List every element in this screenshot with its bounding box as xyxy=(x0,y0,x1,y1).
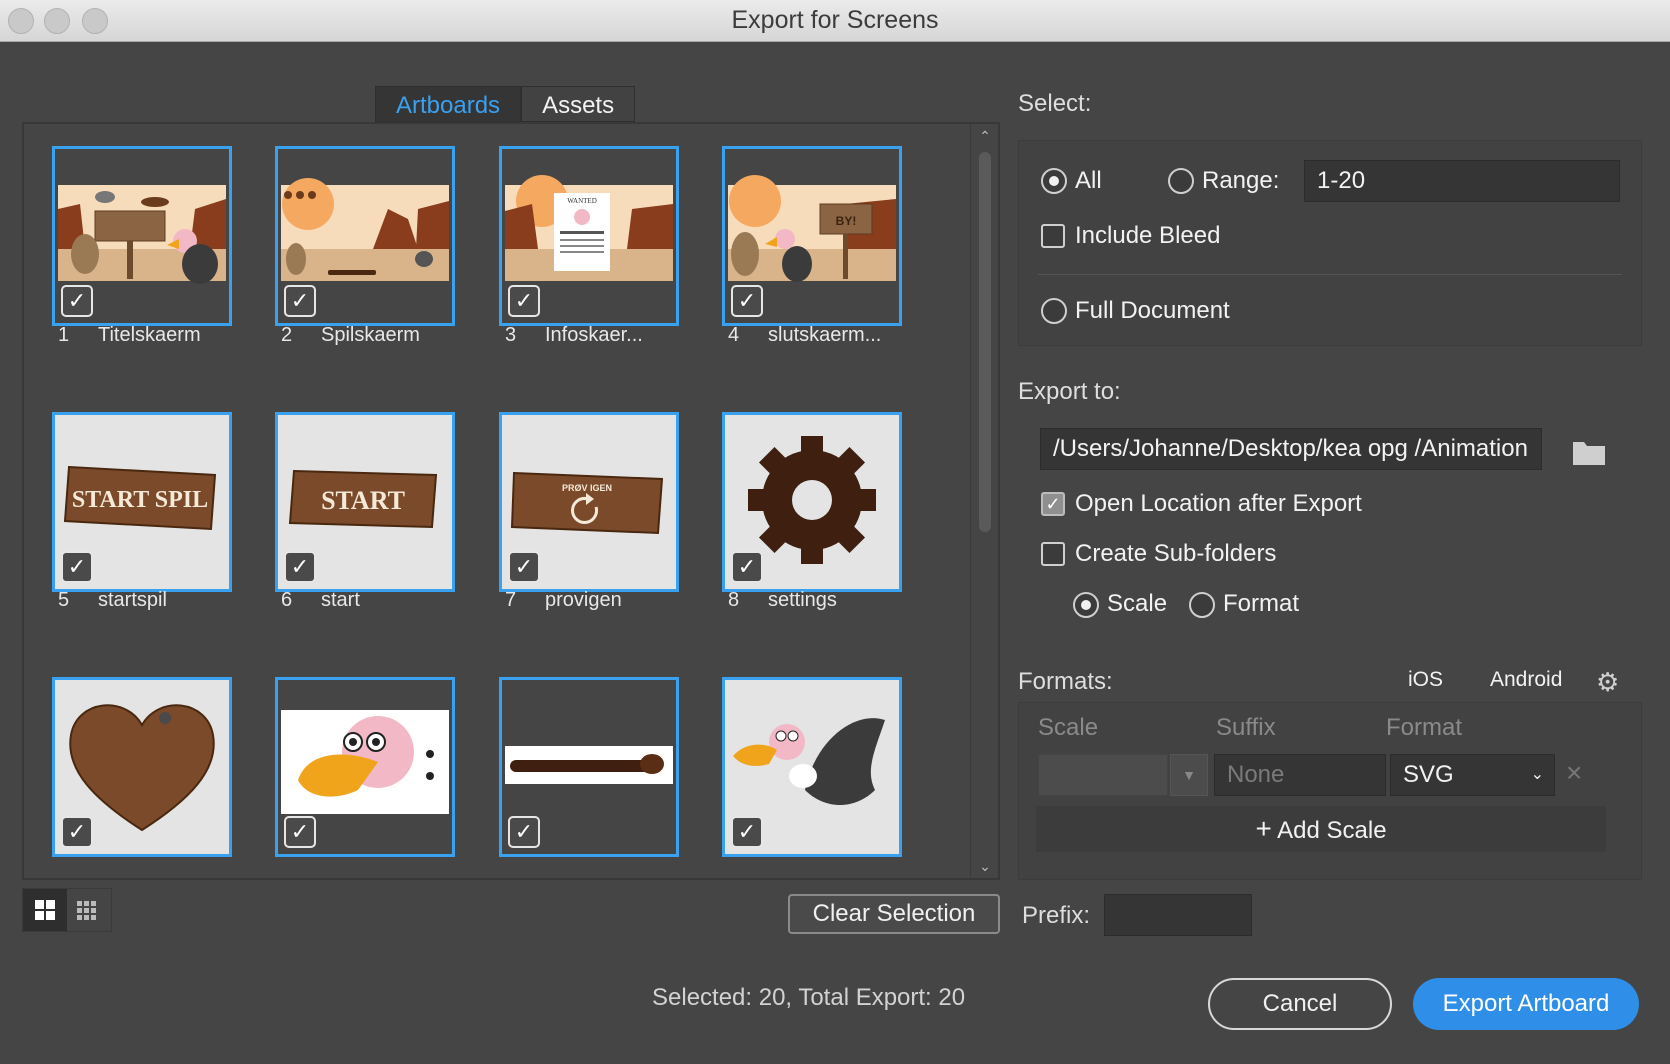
artboard-thumb-2[interactable]: ✓ xyxy=(275,146,455,326)
subfolder-scale-label: Scale xyxy=(1107,590,1168,617)
tab-assets[interactable]: Assets xyxy=(521,86,636,122)
artboard-checkbox[interactable]: ✓ xyxy=(61,551,93,583)
artboard-checkbox[interactable]: ✓ xyxy=(61,816,93,848)
format-column-header: Format xyxy=(1386,714,1463,741)
artboard-checkbox[interactable]: ✓ xyxy=(508,551,540,583)
scale-dropdown-icon[interactable]: ▼ xyxy=(1170,754,1208,796)
ios-preset-button[interactable]: iOS xyxy=(1408,668,1443,692)
artboard-checkbox[interactable]: ✓ xyxy=(508,816,540,848)
artboard-checkbox[interactable]: ✓ xyxy=(284,285,316,317)
export-path-field[interactable]: /Users/Johanne/Desktop/kea opg /Animatio… xyxy=(1040,428,1542,470)
artboard-checkbox[interactable]: ✓ xyxy=(731,285,763,317)
list-view-icon[interactable] xyxy=(67,889,111,931)
svg-text:START: START xyxy=(321,486,405,515)
grid-view-icon[interactable] xyxy=(23,889,67,931)
artboard-label: 2 Spilskaerm xyxy=(281,324,420,346)
clear-selection-button[interactable]: Clear Selection xyxy=(788,894,1000,934)
suffix-input[interactable]: None xyxy=(1214,754,1386,796)
svg-text:WANTED: WANTED xyxy=(567,197,597,205)
artboard-label: 5 startspil xyxy=(58,589,167,611)
select-range-radio[interactable] xyxy=(1168,168,1194,194)
include-bleed-label: Include Bleed xyxy=(1075,222,1221,249)
select-divider xyxy=(1038,274,1622,275)
select-range-label: Range: xyxy=(1202,167,1280,194)
artboard-checkbox[interactable]: ✓ xyxy=(508,285,540,317)
artboard-thumb-8[interactable]: ✓ xyxy=(722,412,902,592)
artboard-checkbox[interactable]: ✓ xyxy=(284,551,316,583)
include-bleed-checkbox[interactable] xyxy=(1041,224,1065,248)
artboard-thumb-9[interactable]: ✓ xyxy=(52,677,232,857)
cancel-button[interactable]: Cancel xyxy=(1208,978,1392,1030)
artboard-label: 3 Infoskaer... xyxy=(505,324,643,346)
subfolder-format-radio[interactable] xyxy=(1189,592,1215,618)
chevron-down-icon: ⌄ xyxy=(1530,766,1544,783)
chevron-up-icon[interactable]: ⌃ xyxy=(977,128,993,144)
export-artboard-button[interactable]: Export Artboard xyxy=(1413,978,1639,1030)
full-document-label: Full Document xyxy=(1075,297,1230,324)
artboard-checkbox[interactable]: ✓ xyxy=(284,816,316,848)
artboard-checkbox[interactable]: ✓ xyxy=(61,285,93,317)
select-all-radio[interactable] xyxy=(1041,168,1067,194)
prefix-input[interactable] xyxy=(1104,894,1252,936)
open-location-label: Open Location after Export xyxy=(1075,490,1362,517)
artboard-thumb-5[interactable]: START SPIL ✓ xyxy=(52,412,232,592)
select-all-label: All xyxy=(1075,167,1102,194)
artboard-thumb-4[interactable]: BY! ✓ xyxy=(722,146,902,326)
open-location-checkbox[interactable]: ✓ xyxy=(1041,492,1065,516)
range-input[interactable]: 1-20 xyxy=(1304,160,1620,202)
artboard-thumb-3[interactable]: WANTED ✓ xyxy=(499,146,679,326)
plus-icon: + xyxy=(1255,813,1272,844)
scale-column-header: Scale xyxy=(1038,714,1099,741)
add-scale-label: Add Scale xyxy=(1277,817,1387,844)
create-subfolders-label: Create Sub-folders xyxy=(1075,540,1277,567)
artboard-thumb-11[interactable]: ✓ xyxy=(499,677,679,857)
tab-artboards[interactable]: Artboards xyxy=(375,86,522,122)
prefix-label: Prefix: xyxy=(1022,902,1091,929)
tab-bar: Artboards Assets xyxy=(375,86,636,122)
artboard-thumb-12[interactable]: ✓ xyxy=(722,677,902,857)
format-select-value: SVG xyxy=(1403,761,1454,788)
svg-text:BY!: BY! xyxy=(836,214,857,228)
formats-heading: Formats: xyxy=(1018,668,1113,695)
select-heading: Select: xyxy=(1018,90,1092,117)
scale-input[interactable] xyxy=(1038,754,1168,796)
svg-text:START SPIL: START SPIL xyxy=(72,487,208,513)
grid-scrollbar[interactable]: ⌃ ⌄ xyxy=(970,124,998,878)
add-scale-button[interactable]: + Add Scale xyxy=(1036,806,1606,852)
folder-icon[interactable] xyxy=(1572,438,1606,471)
create-subfolders-checkbox[interactable] xyxy=(1041,542,1065,566)
artboard-label: 8 settings xyxy=(728,589,837,611)
android-preset-button[interactable]: Android xyxy=(1490,668,1562,692)
artboard-label: 6 start xyxy=(281,589,360,611)
artboard-grid: ✓ 1 Titelskaerm ✓ 2 Spilskaerm WANTED ✓ … xyxy=(22,122,1000,880)
subfolder-format-label: Format xyxy=(1223,590,1300,617)
suffix-column-header: Suffix xyxy=(1216,714,1276,741)
artboard-checkbox[interactable]: ✓ xyxy=(731,816,763,848)
svg-text:PRØV IGEN: PRØV IGEN xyxy=(562,483,612,493)
chevron-down-icon[interactable]: ⌄ xyxy=(977,858,993,874)
view-toggle xyxy=(22,888,112,932)
subfolder-scale-radio[interactable] xyxy=(1073,592,1099,618)
scroll-thumb[interactable] xyxy=(979,152,991,532)
artboard-label: 7 provigen xyxy=(505,589,622,611)
export-to-heading: Export to: xyxy=(1018,378,1121,405)
format-select[interactable]: SVG ⌄ xyxy=(1390,754,1555,796)
artboard-checkbox[interactable]: ✓ xyxy=(731,551,763,583)
export-status: Selected: 20, Total Export: 20 xyxy=(652,984,966,1011)
window-title: Export for Screens xyxy=(731,6,939,34)
artboard-thumb-6[interactable]: START ✓ xyxy=(275,412,455,592)
artboard-thumb-7[interactable]: PRØV IGEN ✓ xyxy=(499,412,679,592)
window-titlebar: Export for Screens xyxy=(0,0,1670,42)
gear-icon[interactable]: ⚙ xyxy=(1596,669,1619,695)
artboard-thumb-1[interactable]: ✓ xyxy=(52,146,232,326)
artboard-label: 1 Titelskaerm xyxy=(58,324,201,346)
remove-scale-icon[interactable]: × xyxy=(1566,758,1582,788)
artboard-thumb-10[interactable]: ✓ xyxy=(275,677,455,857)
full-document-radio[interactable] xyxy=(1041,298,1067,324)
artboard-label: 4 slutskaerm... xyxy=(728,324,882,346)
